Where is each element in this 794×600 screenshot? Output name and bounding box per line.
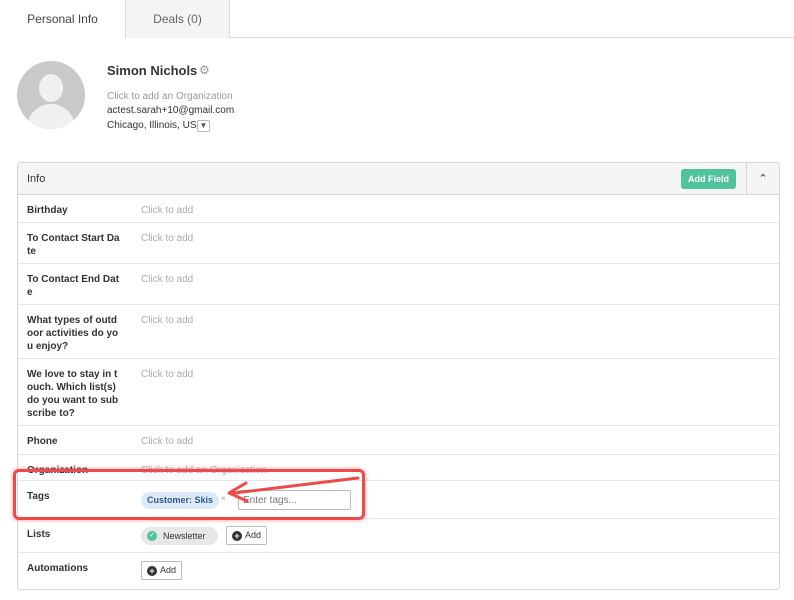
info-panel-header: Info Add Field ⌃ <box>18 163 779 195</box>
plus-icon: + <box>147 566 157 576</box>
field-value[interactable]: Click to add <box>141 232 193 245</box>
field-label: Phone <box>27 436 58 447</box>
field-row-contact-end-date: To Contact End Date Click to add <box>18 264 779 305</box>
field-row-birthday: Birthday Click to add <box>18 195 779 223</box>
field-row-automations: Automations <box>18 553 779 589</box>
list-chip-newsletter[interactable]: ✓ Newsletter <box>141 527 218 545</box>
field-row-lists: Lists <box>18 519 779 553</box>
info-panel-title: Info <box>27 173 46 185</box>
avatar[interactable] <box>17 61 85 129</box>
field-row-phone: Phone Click to add <box>18 426 779 455</box>
annotation-arrow-icon <box>227 476 360 503</box>
field-label: To Contact End Date <box>27 274 120 298</box>
avatar-body-shape <box>27 104 75 129</box>
check-icon: ✓ <box>147 531 157 541</box>
chevron-down-icon[interactable]: ▼ <box>197 120 210 132</box>
add-automation-button[interactable]: + Add <box>141 561 183 580</box>
field-label: Lists <box>27 529 51 540</box>
tab-deals[interactable]: Deals (0) <box>126 0 230 38</box>
field-row-contact-start-date: To Contact Start Date Click to add <box>18 223 779 264</box>
tab-bar: Personal Info Deals (0) <box>0 0 794 39</box>
gear-icon[interactable]: ⚙ <box>199 64 211 76</box>
list-chip-label: Newsletter <box>163 531 206 541</box>
field-label: We love to stay in touch. Which list(s) … <box>27 369 119 419</box>
field-value[interactable]: Click to add <box>141 273 193 286</box>
field-row-subscribe-lists: We love to stay in touch. Which list(s) … <box>18 359 779 426</box>
avatar-head-shape <box>39 74 63 102</box>
field-value[interactable]: Click to add <box>141 204 193 217</box>
contact-name[interactable]: Simon Nichols <box>107 63 197 78</box>
add-list-button-label: Add <box>245 530 262 540</box>
add-field-button[interactable]: Add Field <box>681 169 736 189</box>
tab-personal-info[interactable]: Personal Info <box>0 0 126 39</box>
field-value[interactable]: Click to add <box>141 435 193 448</box>
field-row-outdoor-activities: What types of outdoor activities do you … <box>18 305 779 359</box>
field-label: To Contact Start Date <box>27 233 120 257</box>
field-value[interactable]: Click to add <box>141 368 193 381</box>
chevron-up-icon[interactable]: ⌃ <box>746 163 779 195</box>
field-value[interactable]: Click to add <box>141 314 193 327</box>
contact-location: Chicago, Illinois, US <box>107 120 197 131</box>
contact-email[interactable]: actest.sarah+10@gmail.com <box>107 105 234 116</box>
info-panel: Info Add Field ⌃ Birthday Click to add T… <box>17 162 780 590</box>
add-list-button[interactable]: + Add <box>226 526 268 545</box>
field-label: Automations <box>27 563 89 574</box>
field-label: What types of outdoor activities do you … <box>27 315 119 352</box>
field-label: Birthday <box>27 205 68 216</box>
plus-icon: + <box>232 531 242 541</box>
add-organization-link[interactable]: Click to add an Organization <box>107 91 233 102</box>
add-automation-button-label: Add <box>160 565 177 575</box>
